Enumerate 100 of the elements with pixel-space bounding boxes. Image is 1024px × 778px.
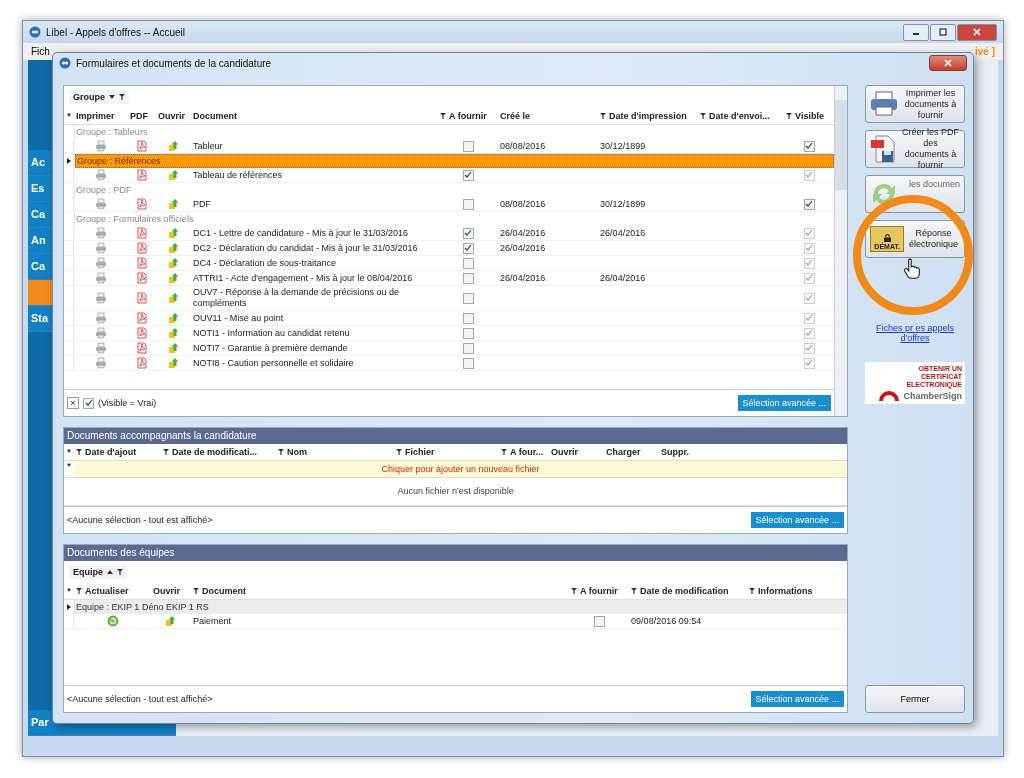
open-file-icon[interactable]: [167, 342, 180, 354]
column-header[interactable]: A fournir: [449, 111, 487, 121]
checkbox[interactable]: [462, 312, 474, 324]
filter-icon[interactable]: [163, 448, 169, 455]
filter-icon[interactable]: [749, 588, 756, 594]
checkbox[interactable]: [462, 227, 474, 239]
printer-icon[interactable]: [95, 292, 107, 304]
pdf-icon[interactable]: [136, 198, 148, 210]
printer-icon[interactable]: [95, 312, 107, 324]
group-row[interactable]: Groupe : PDF: [75, 183, 835, 197]
checkbox[interactable]: [462, 169, 474, 181]
printer-icon[interactable]: [95, 342, 107, 354]
printer-icon[interactable]: [95, 198, 107, 210]
expand-arrow-icon[interactable]: [67, 604, 71, 610]
filter-icon[interactable]: [76, 588, 82, 594]
column-header[interactable]: Date d'ajout: [85, 446, 137, 457]
column-header[interactable]: Date d'envoi...: [709, 111, 770, 121]
column-header[interactable]: Ouvrir: [153, 586, 180, 596]
printer-icon[interactable]: [95, 242, 107, 254]
checkbox[interactable]: [462, 327, 474, 339]
advanced-selection-button[interactable]: Sélection avancée ...: [737, 395, 832, 411]
checkbox[interactable]: [462, 140, 474, 152]
column-header[interactable]: Document: [193, 111, 237, 121]
checkbox[interactable]: [462, 342, 474, 354]
column-header[interactable]: Informations: [758, 586, 813, 596]
group-by-chip[interactable]: Groupe: [69, 90, 129, 104]
open-file-icon[interactable]: [167, 312, 180, 324]
advanced-selection-button[interactable]: Sélection avancée ...: [750, 691, 845, 707]
pdf-icon[interactable]: [136, 327, 148, 339]
column-header[interactable]: Actualiser: [85, 586, 129, 596]
group-row[interactable]: Groupe : Références: [75, 154, 835, 168]
pdf-icon[interactable]: [136, 357, 148, 369]
printer-icon[interactable]: [95, 227, 107, 239]
checkbox[interactable]: [803, 140, 815, 152]
pdf-icon[interactable]: [136, 272, 148, 284]
checkbox[interactable]: [462, 257, 474, 269]
pdf-icon[interactable]: [136, 312, 148, 324]
filter-icon[interactable]: [119, 94, 125, 100]
checkbox[interactable]: [462, 292, 474, 304]
checkbox[interactable]: [462, 357, 474, 369]
filter-icon[interactable]: [631, 588, 638, 594]
open-file-icon[interactable]: [167, 357, 180, 369]
open-file-icon[interactable]: [167, 327, 180, 339]
pdf-icon[interactable]: [136, 227, 148, 239]
maximize-button[interactable]: [930, 23, 956, 41]
column-header[interactable]: Visible: [795, 111, 824, 121]
open-file-icon[interactable]: [167, 198, 180, 210]
checkbox[interactable]: [462, 242, 474, 254]
checkbox[interactable]: [83, 397, 94, 409]
column-header[interactable]: Date d'impression: [609, 111, 687, 121]
filter-icon[interactable]: [117, 569, 123, 575]
pdf-icon[interactable]: [136, 257, 148, 269]
group-row[interactable]: Groupe : Tableurs: [75, 125, 835, 139]
checkbox[interactable]: [462, 272, 474, 284]
pdf-icon[interactable]: [136, 140, 148, 152]
clear-filter-button[interactable]: ×: [67, 397, 79, 409]
column-header[interactable]: Charger: [606, 446, 641, 457]
open-file-icon[interactable]: [167, 140, 180, 152]
open-file-icon[interactable]: [167, 292, 180, 304]
printer-icon[interactable]: [95, 272, 107, 284]
open-file-icon[interactable]: [167, 242, 180, 254]
close-dialog-button[interactable]: Fermer: [865, 685, 965, 713]
checkbox[interactable]: [462, 198, 474, 210]
open-file-icon[interactable]: [167, 257, 180, 269]
column-header[interactable]: PDF: [130, 111, 148, 121]
open-file-icon[interactable]: [167, 169, 180, 181]
open-file-icon[interactable]: [165, 615, 177, 627]
minimize-button[interactable]: [903, 23, 929, 41]
action-button[interactable]: Créer les PDF des documents à fournir: [865, 130, 965, 168]
close-button[interactable]: [957, 23, 997, 41]
printer-icon[interactable]: [95, 140, 107, 152]
filter-icon[interactable]: [396, 448, 402, 455]
link[interactable]: Fiches pr es appels d'offres: [875, 323, 955, 343]
column-header[interactable]: Créé le: [500, 111, 531, 121]
pdf-icon[interactable]: [136, 242, 148, 254]
column-header[interactable]: Imprimer: [76, 111, 115, 121]
filter-icon[interactable]: [786, 113, 793, 119]
filter-icon[interactable]: [278, 448, 284, 455]
pdf-icon[interactable]: [136, 169, 148, 181]
refresh-icon[interactable]: [106, 615, 119, 627]
scrollbar[interactable]: [834, 86, 848, 416]
column-header[interactable]: A four...: [510, 446, 544, 457]
filter-icon[interactable]: [700, 113, 707, 119]
filter-icon[interactable]: [571, 588, 578, 594]
dropdown-arrow-icon[interactable]: [109, 95, 115, 99]
column-header[interactable]: Ouvrir: [158, 111, 185, 121]
group-row[interactable]: Groupe : Formulaires officiels: [75, 212, 835, 226]
close-button[interactable]: [929, 55, 967, 71]
filter-icon[interactable]: [501, 448, 507, 455]
column-header[interactable]: Nom: [287, 446, 307, 457]
filter-icon[interactable]: [600, 113, 607, 119]
column-header[interactable]: A fournir: [580, 586, 618, 596]
column-header[interactable]: Date de modification: [640, 586, 729, 596]
printer-icon[interactable]: [95, 327, 107, 339]
open-file-icon[interactable]: [167, 272, 180, 284]
menu-item[interactable]: Fich: [31, 46, 50, 57]
action-button[interactable]: Imprimer les documents à fournir: [865, 85, 965, 123]
filter-icon[interactable]: [76, 448, 82, 455]
group-by-chip[interactable]: Equipe: [69, 565, 127, 579]
checkbox[interactable]: [593, 615, 605, 627]
